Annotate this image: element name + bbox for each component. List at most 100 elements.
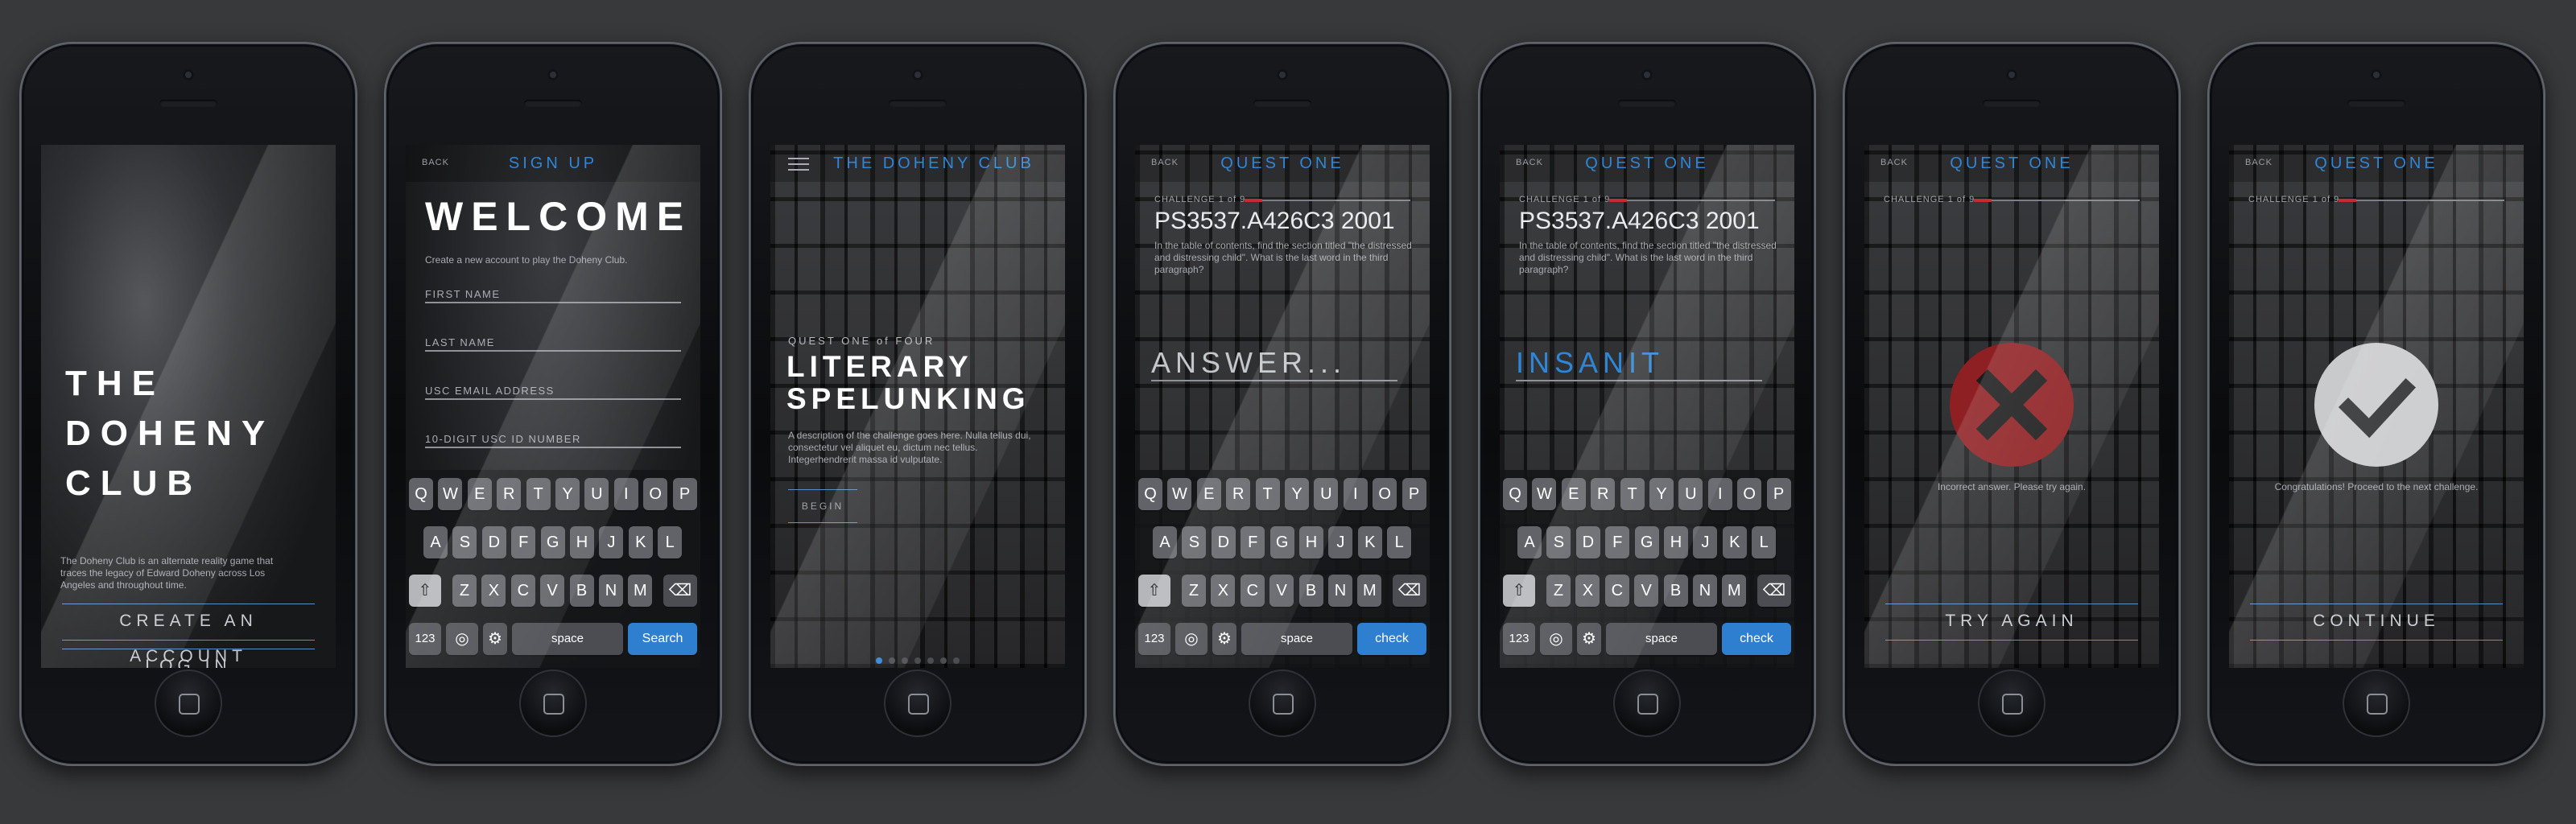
key-j[interactable]: J bbox=[1693, 526, 1718, 558]
key-h[interactable]: H bbox=[1664, 526, 1688, 558]
key-z[interactable]: Z bbox=[1546, 575, 1571, 607]
key-i[interactable]: I bbox=[1707, 478, 1732, 510]
key-r[interactable]: R bbox=[1591, 478, 1616, 510]
key-c[interactable]: C bbox=[1604, 575, 1629, 607]
key-s[interactable]: S bbox=[1546, 526, 1571, 558]
microphone-icon[interactable]: ⚙ bbox=[1577, 623, 1601, 655]
key-u[interactable]: U bbox=[1678, 478, 1703, 510]
key-p[interactable]: P bbox=[1766, 478, 1791, 510]
key-n[interactable]: N bbox=[1328, 575, 1352, 607]
page-dot[interactable] bbox=[940, 657, 947, 664]
login-button[interactable]: LOG IN bbox=[62, 649, 315, 668]
key-b[interactable]: B bbox=[569, 575, 594, 607]
shift-key[interactable]: ⇧ bbox=[1503, 575, 1535, 607]
key-l[interactable]: L bbox=[1752, 526, 1777, 558]
key-x[interactable]: X bbox=[481, 575, 506, 607]
key-r[interactable]: R bbox=[497, 478, 522, 510]
key-a[interactable]: A bbox=[1153, 526, 1177, 558]
email-field[interactable]: USC EMAIL ADDRESS bbox=[425, 385, 681, 400]
key-b[interactable]: B bbox=[1298, 575, 1323, 607]
key-t[interactable]: T bbox=[526, 478, 551, 510]
key-k[interactable]: K bbox=[1722, 526, 1747, 558]
key-j[interactable]: J bbox=[599, 526, 624, 558]
key-h[interactable]: H bbox=[570, 526, 594, 558]
numbers-key[interactable]: 123 bbox=[1503, 623, 1535, 655]
key-v[interactable]: V bbox=[1269, 575, 1294, 607]
key-a[interactable]: A bbox=[423, 526, 448, 558]
key-f[interactable]: F bbox=[511, 526, 536, 558]
key-v[interactable]: V bbox=[1634, 575, 1659, 607]
try-again-button[interactable]: TRY AGAIN bbox=[1885, 604, 2138, 641]
page-dot[interactable] bbox=[876, 657, 882, 664]
numbers-key[interactable]: 123 bbox=[409, 623, 441, 655]
globe-icon[interactable]: ◎ bbox=[1175, 623, 1208, 655]
key-w[interactable]: W bbox=[438, 478, 463, 510]
create-account-button[interactable]: CREATE AN ACCOUNT bbox=[62, 604, 315, 665]
key-i[interactable]: I bbox=[613, 478, 638, 510]
key-u[interactable]: U bbox=[1314, 478, 1339, 510]
action-key[interactable]: check bbox=[1722, 623, 1791, 655]
key-l[interactable]: L bbox=[658, 526, 683, 558]
last-name-field[interactable]: LAST NAME bbox=[425, 336, 681, 352]
key-e[interactable]: E bbox=[467, 478, 492, 510]
key-m[interactable]: M bbox=[1722, 575, 1747, 607]
key-f[interactable]: F bbox=[1241, 526, 1265, 558]
key-d[interactable]: D bbox=[1211, 526, 1236, 558]
page-dot[interactable] bbox=[889, 657, 895, 664]
answer-input[interactable]: ANSWER... bbox=[1151, 346, 1397, 381]
key-l[interactable]: L bbox=[1387, 526, 1412, 558]
key-t[interactable]: T bbox=[1255, 478, 1280, 510]
shift-key[interactable]: ⇧ bbox=[1138, 575, 1170, 607]
microphone-icon[interactable]: ⚙ bbox=[1212, 623, 1236, 655]
page-indicator[interactable] bbox=[770, 653, 1065, 668]
key-e[interactable]: E bbox=[1561, 478, 1586, 510]
continue-button[interactable]: CONTINUE bbox=[2250, 604, 2503, 641]
key-q[interactable]: Q bbox=[1503, 478, 1527, 510]
numbers-key[interactable]: 123 bbox=[1138, 623, 1170, 655]
key-c[interactable]: C bbox=[510, 575, 535, 607]
key-r[interactable]: R bbox=[1226, 478, 1251, 510]
home-button[interactable] bbox=[1249, 670, 1316, 737]
key-s[interactable]: S bbox=[452, 526, 477, 558]
page-dot[interactable] bbox=[902, 657, 908, 664]
home-button[interactable] bbox=[884, 670, 952, 737]
home-button[interactable] bbox=[1613, 670, 1681, 737]
action-key[interactable]: Search bbox=[628, 623, 697, 655]
delete-key[interactable]: ⌫ bbox=[1393, 575, 1426, 607]
page-dot[interactable] bbox=[914, 657, 921, 664]
key-p[interactable]: P bbox=[672, 478, 697, 510]
home-button[interactable] bbox=[1978, 670, 2046, 737]
begin-button[interactable]: BEGIN bbox=[788, 489, 857, 523]
delete-key[interactable]: ⌫ bbox=[1757, 575, 1791, 607]
key-n[interactable]: N bbox=[599, 575, 623, 607]
key-c[interactable]: C bbox=[1240, 575, 1265, 607]
key-b[interactable]: B bbox=[1663, 575, 1688, 607]
globe-icon[interactable]: ◎ bbox=[1540, 623, 1572, 655]
microphone-icon[interactable]: ⚙ bbox=[483, 623, 507, 655]
key-u[interactable]: U bbox=[584, 478, 609, 510]
space-key[interactable]: space bbox=[1606, 623, 1717, 655]
key-a[interactable]: A bbox=[1517, 526, 1542, 558]
first-name-field[interactable]: FIRST NAME bbox=[425, 288, 681, 303]
key-g[interactable]: G bbox=[1634, 526, 1659, 558]
key-h[interactable]: H bbox=[1299, 526, 1323, 558]
key-y[interactable]: Y bbox=[1649, 478, 1674, 510]
home-button[interactable] bbox=[2343, 670, 2410, 737]
key-p[interactable]: P bbox=[1402, 478, 1426, 510]
key-q[interactable]: Q bbox=[1138, 478, 1162, 510]
key-j[interactable]: J bbox=[1328, 526, 1353, 558]
key-z[interactable]: Z bbox=[1182, 575, 1206, 607]
usc-id-field[interactable]: 10-DIGIT USC ID NUMBER bbox=[425, 433, 681, 448]
key-i[interactable]: I bbox=[1343, 478, 1368, 510]
key-v[interactable]: V bbox=[540, 575, 565, 607]
key-o[interactable]: O bbox=[1373, 478, 1397, 510]
key-f[interactable]: F bbox=[1605, 526, 1630, 558]
key-w[interactable]: W bbox=[1167, 478, 1192, 510]
key-d[interactable]: D bbox=[1575, 526, 1600, 558]
key-k[interactable]: K bbox=[628, 526, 653, 558]
key-d[interactable]: D bbox=[481, 526, 506, 558]
key-m[interactable]: M bbox=[628, 575, 653, 607]
action-key[interactable]: check bbox=[1357, 623, 1426, 655]
key-o[interactable]: O bbox=[1737, 478, 1762, 510]
key-z[interactable]: Z bbox=[452, 575, 477, 607]
